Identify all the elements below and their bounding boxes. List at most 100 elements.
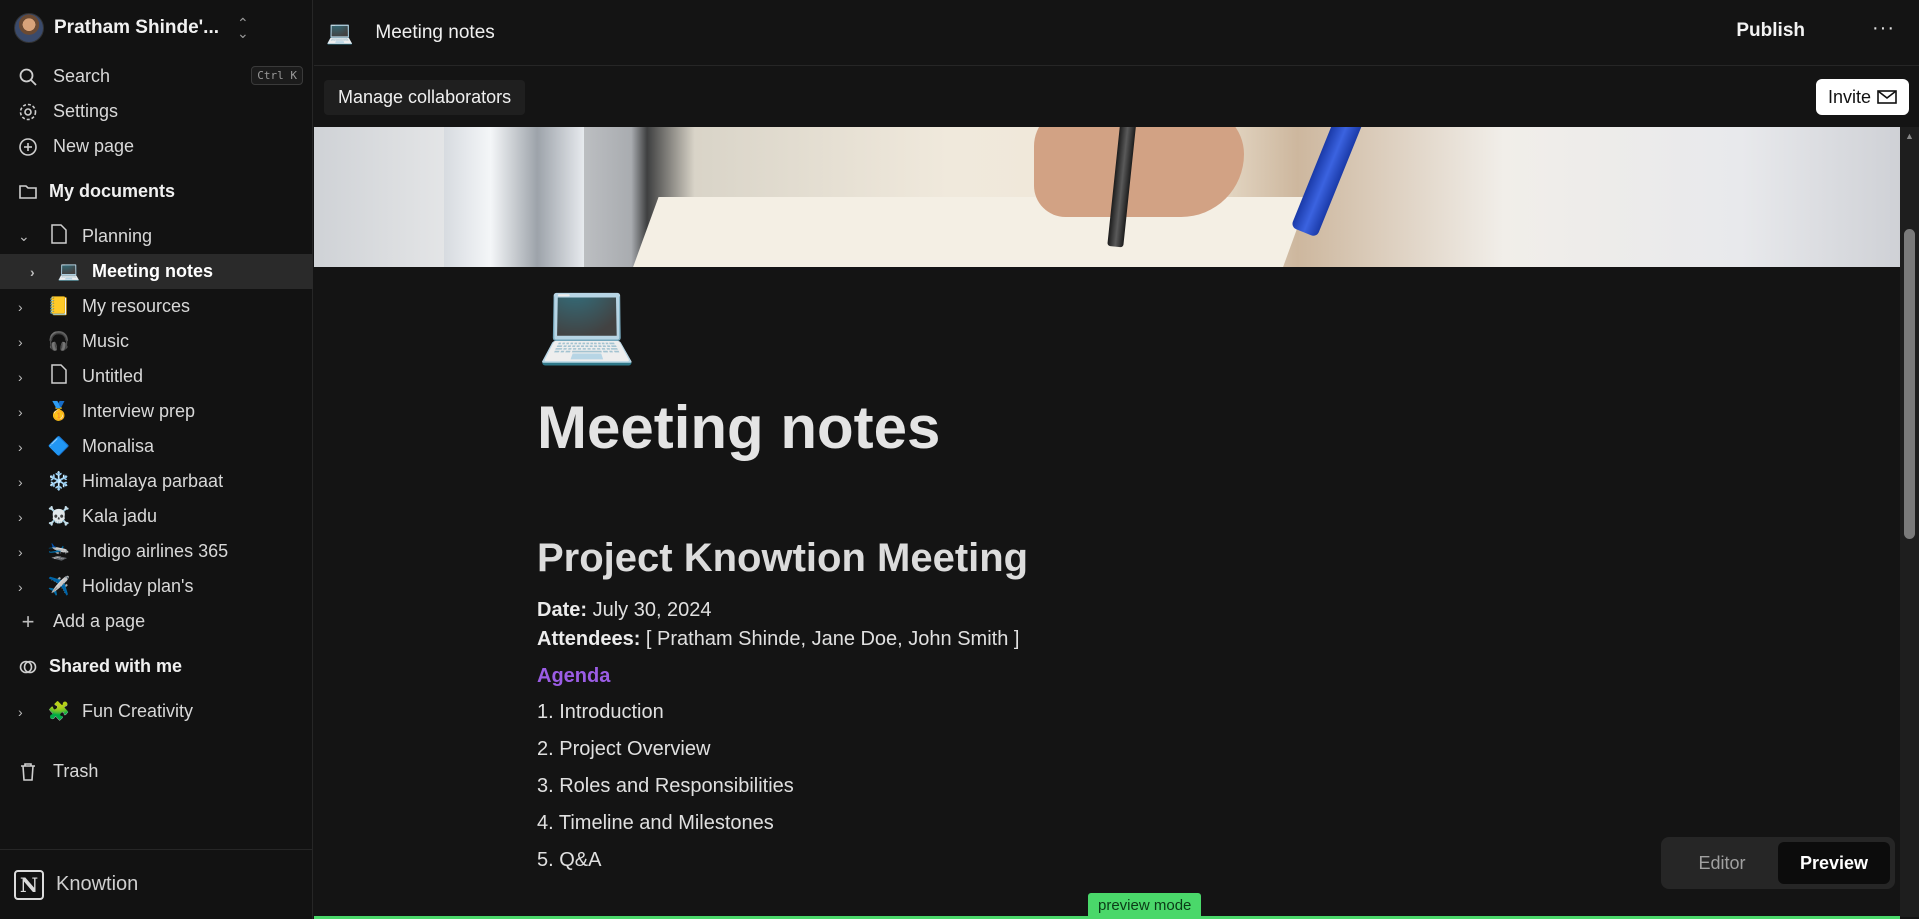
settings-label: Settings xyxy=(53,101,119,121)
chevron-down-icon[interactable]: ⌄ xyxy=(18,228,34,245)
scrollbar-thumb[interactable] xyxy=(1904,229,1915,539)
sidebar-item-label: Interview prep xyxy=(82,401,196,421)
chevron-right-icon[interactable]: › xyxy=(18,509,34,525)
list-item: 2. Project Overview xyxy=(537,738,711,760)
attendees-value: [ Pratham Shinde, Jane Doe, John Smith ] xyxy=(645,628,1020,650)
sidebar-item-himalaya-parbaat[interactable]: › ❄️ Himalaya parbaat xyxy=(0,464,313,499)
main-area: 💻 Meeting notes Publish ··· Manage colla… xyxy=(314,0,1919,919)
trash-icon xyxy=(16,762,40,782)
editor-tab[interactable]: Editor xyxy=(1666,842,1778,884)
sidebar-add-page[interactable]: + Add a page xyxy=(0,604,313,639)
chevron-right-icon[interactable]: › xyxy=(18,404,34,420)
airplane-icon: ✈️ xyxy=(47,576,71,596)
sidebar-item-label: Music xyxy=(82,331,130,351)
sidebar-footer: N Knowtion xyxy=(0,849,313,919)
document-icon xyxy=(44,364,74,389)
sidebar-item-meeting-notes[interactable]: › 💻 Meeting notes xyxy=(0,254,313,289)
scroll-up-icon[interactable]: ▲ xyxy=(1905,131,1914,141)
preview-tab[interactable]: Preview xyxy=(1778,842,1890,884)
search-shortcut: Ctrl K xyxy=(251,66,303,85)
document-body: 💻 Meeting notes Project Knowtion Meeting… xyxy=(537,277,1437,879)
airplane-arrival-icon: 🛬 xyxy=(47,541,71,561)
more-options-icon[interactable]: ··· xyxy=(1872,17,1895,40)
preview-mode-badge: preview mode xyxy=(1088,893,1202,917)
sidebar-item-label: Planning xyxy=(82,226,153,246)
page-title: Meeting notes xyxy=(537,394,941,461)
sidebar-item-label: Meeting notes xyxy=(92,261,214,281)
search-icon xyxy=(16,67,40,87)
folder-icon xyxy=(16,183,40,201)
sidebar-item-my-resources[interactable]: › 📒 My resources xyxy=(0,289,313,324)
list-item: 4. Timeline and Milestones xyxy=(537,812,774,834)
trash-label: Trash xyxy=(53,761,99,781)
date-label: Date: xyxy=(537,599,588,621)
sidebar-item-indigo-airlines[interactable]: › 🛬 Indigo airlines 365 xyxy=(0,534,313,569)
collaboration-bar: Manage collaborators Invite xyxy=(314,67,1919,127)
top-bar: 💻 Meeting notes Publish ··· xyxy=(314,0,1919,66)
sidebar-item-monalisa[interactable]: › 🔷 Monalisa xyxy=(0,429,313,464)
add-page-label: Add a page xyxy=(53,611,146,631)
sidebar-item-label: Holiday plan's xyxy=(82,576,194,596)
sidebar-shared-with-me[interactable]: Shared with me xyxy=(0,649,313,684)
laptop-icon: 💻 xyxy=(57,261,81,281)
sidebar-item-planning[interactable]: ⌄ Planning xyxy=(0,219,313,254)
scrollbar[interactable]: ▲ xyxy=(1900,127,1919,917)
sidebar-new-page[interactable]: New page xyxy=(0,129,313,164)
headphones-icon: 🎧 xyxy=(47,331,71,351)
mail-icon xyxy=(1877,90,1897,104)
sidebar-item-label: Fun Creativity xyxy=(82,701,194,721)
sidebar-my-documents[interactable]: My documents xyxy=(0,174,313,209)
list-item: 5. Q&A xyxy=(537,849,602,871)
sidebar-trash[interactable]: Trash xyxy=(0,754,313,789)
sidebar-search[interactable]: Search Ctrl K xyxy=(0,59,313,94)
chevron-right-icon[interactable]: › xyxy=(30,264,46,280)
chevron-updown-icon: ⌃ ⌄ xyxy=(237,15,249,41)
shared-label: Shared with me xyxy=(49,656,183,676)
chevron-right-icon[interactable]: › xyxy=(18,299,34,315)
sidebar: Pratham Shinde'... ⌃ ⌄ Search Ctrl K Sett… xyxy=(0,0,313,919)
medal-icon: 🥇 xyxy=(47,401,71,421)
sidebar-item-fun-creativity[interactable]: › 🧩 Fun Creativity xyxy=(0,694,313,729)
plus-icon: + xyxy=(21,608,35,634)
gear-icon xyxy=(16,102,40,122)
chevron-right-icon[interactable]: › xyxy=(18,439,34,455)
page-emoji-icon[interactable]: 💻 xyxy=(537,277,1437,367)
sidebar-item-label: Monalisa xyxy=(82,436,155,456)
puzzle-icon: 🧩 xyxy=(47,701,71,721)
attendees-line: Attendees: [ Pratham Shinde, Jane Doe, J… xyxy=(537,628,1437,651)
workspace-switcher[interactable]: Pratham Shinde'... ⌃ ⌄ xyxy=(14,12,304,44)
sidebar-item-holiday-plans[interactable]: › ✈️ Holiday plan's xyxy=(0,569,313,604)
sidebar-item-label: My resources xyxy=(82,296,191,316)
chevron-right-icon[interactable]: › xyxy=(18,544,34,560)
cover-image xyxy=(314,127,1900,267)
sidebar-item-kala-jadu[interactable]: › ☠️ Kala jadu xyxy=(0,499,313,534)
invite-label: Invite xyxy=(1827,86,1871,107)
chevron-right-icon[interactable]: › xyxy=(18,474,34,490)
sidebar-item-label: Himalaya parbaat xyxy=(82,471,224,491)
new-page-label: New page xyxy=(53,136,135,156)
sidebar-item-interview-prep[interactable]: › 🥇 Interview prep xyxy=(0,394,313,429)
sidebar-item-label: Indigo airlines 365 xyxy=(82,541,229,561)
meeting-heading: Project Knowtion Meeting xyxy=(537,536,1029,580)
date-line: Date: July 30, 2024 xyxy=(537,599,1437,622)
manage-collaborators-button[interactable]: Manage collaborators xyxy=(324,80,526,115)
diamond-icon: 🔷 xyxy=(47,436,71,456)
document-content: 💻 Meeting notes Project Knowtion Meeting… xyxy=(314,127,1900,917)
sidebar-item-untitled[interactable]: › Untitled xyxy=(0,359,313,394)
skull-icon: ☠️ xyxy=(47,506,71,526)
breadcrumb-page-title[interactable]: Meeting notes xyxy=(375,22,494,44)
attendees-label: Attendees: xyxy=(537,628,641,650)
sidebar-item-label: Kala jadu xyxy=(82,506,158,526)
chevron-right-icon[interactable]: › xyxy=(18,579,34,595)
chevron-right-icon[interactable]: › xyxy=(18,334,34,350)
sidebar-item-music[interactable]: › 🎧 Music xyxy=(0,324,313,359)
invite-button[interactable]: Invite xyxy=(1815,79,1909,115)
mode-toggle: Editor Preview xyxy=(1661,837,1895,889)
notebook-icon: 📒 xyxy=(47,296,71,316)
workspace-name: Pratham Shinde'... xyxy=(54,17,219,38)
publish-button[interactable]: Publish xyxy=(1736,20,1805,42)
chevron-right-icon[interactable]: › xyxy=(18,704,34,720)
sidebar-settings[interactable]: Settings xyxy=(0,94,313,129)
chevron-right-icon[interactable]: › xyxy=(18,369,34,385)
snowflake-icon: ❄️ xyxy=(47,471,71,491)
